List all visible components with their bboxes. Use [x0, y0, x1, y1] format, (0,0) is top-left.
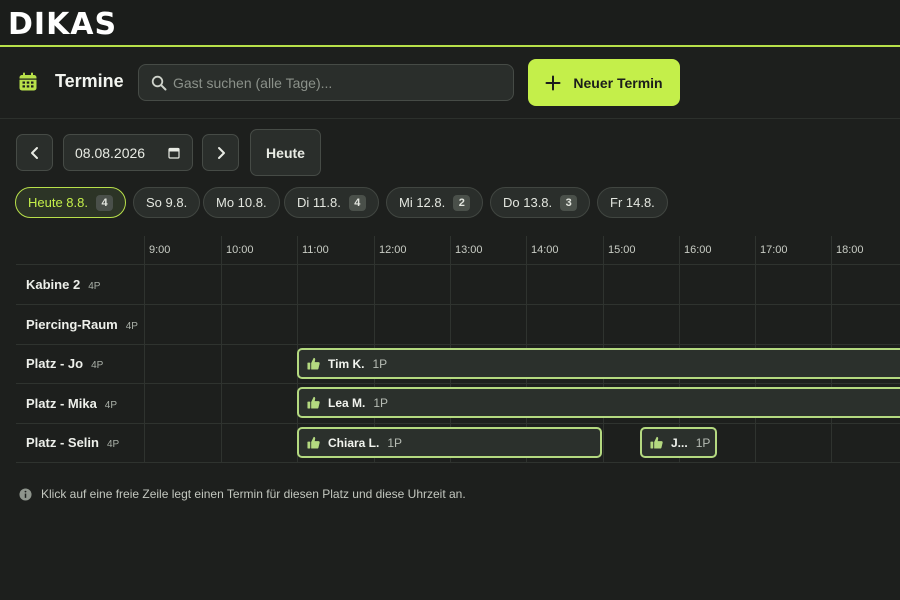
grid-line: [16, 423, 900, 424]
resource-row-piercing-raum[interactable]: Piercing-Raum 4P: [26, 317, 138, 332]
hour-label: 10:00: [226, 244, 254, 256]
appointment-guest: J...: [671, 435, 688, 450]
date-picker-calendar-icon[interactable]: [168, 147, 180, 159]
appointment-count-badge: 4: [348, 194, 366, 211]
day-tab-label: Fr 14.8.: [610, 195, 655, 210]
resource-name: Platz - Jo: [26, 356, 84, 371]
chevron-right-icon: [217, 146, 225, 159]
previous-day-button[interactable]: [16, 134, 53, 171]
appointment-persons: 1P: [387, 435, 403, 450]
grid-line: [16, 383, 900, 384]
grid-line: [221, 236, 222, 463]
grid-hint: Klick auf eine freie Zeile legt einen Te…: [19, 487, 466, 501]
day-tab-tue[interactable]: Di 11.8. 4: [284, 187, 379, 218]
calendar-icon: [19, 72, 37, 91]
guest-search-input[interactable]: [173, 65, 503, 100]
resource-row-kabine-2[interactable]: Kabine 2 4P: [26, 277, 100, 292]
day-tab-label: So 9.8.: [146, 195, 188, 210]
top-bar: DIKAS: [0, 0, 900, 47]
grid-line: [16, 462, 900, 463]
resource-row-platz-jo[interactable]: Platz - Jo 4P: [26, 356, 103, 371]
app-logo[interactable]: DIKAS: [8, 7, 117, 42]
info-icon: [19, 487, 32, 501]
search-icon: [151, 75, 167, 91]
grid-line: [16, 264, 900, 265]
guest-search[interactable]: [138, 64, 514, 101]
appointment-persons: 1P: [372, 356, 388, 371]
appointment-persons: 1P: [695, 435, 711, 450]
resource-capacity: 4P: [104, 400, 118, 411]
resource-capacity: 4P: [106, 439, 120, 450]
hour-label: 11:00: [302, 244, 329, 256]
page-title: Termine: [55, 71, 124, 91]
appointment-block[interactable]: J... 1P: [640, 427, 717, 458]
grid-line: [16, 304, 900, 305]
hour-label: 15:00: [608, 244, 636, 256]
appointment-block[interactable]: Tim K. 1P: [297, 348, 900, 379]
hour-label: 17:00: [760, 244, 788, 256]
grid-hint-text: Klick auf eine freie Zeile legt einen Te…: [41, 487, 466, 501]
timeline-grid: 9:00 10:00 11:00 12:00 13:00 14:00 15:00…: [16, 236, 900, 463]
appointment-count-badge: 4: [96, 194, 113, 211]
day-tab-fri[interactable]: Fr 14.8.: [597, 187, 668, 218]
resource-capacity: 4P: [91, 360, 104, 371]
day-tab-label: Mo 10.8.: [216, 195, 267, 210]
day-tab-label: Di 11.8.: [297, 195, 341, 210]
day-tab-sun[interactable]: So 9.8.: [133, 187, 201, 218]
day-tab-mon[interactable]: Mo 10.8.: [203, 187, 280, 218]
grid-line: [16, 344, 900, 345]
resource-name: Platz - Selin: [26, 435, 99, 450]
resource-name: Piercing-Raum: [26, 317, 118, 332]
day-tab-wed[interactable]: Mi 12.8. 2: [386, 187, 484, 218]
appointment-block[interactable]: Lea M. 1P: [297, 387, 900, 418]
hour-label: 16:00: [684, 244, 712, 256]
page-header: Termine Neuer Termin: [0, 49, 900, 119]
resource-row-platz-mika[interactable]: Platz - Mika 4P: [26, 396, 117, 411]
resource-name: Kabine 2: [26, 277, 81, 292]
new-appointment-button[interactable]: Neuer Termin: [528, 59, 680, 106]
resource-capacity: 4P: [88, 281, 101, 292]
plus-icon: [545, 75, 561, 90]
appointment-guest: Chiara L.: [328, 435, 380, 450]
appointment-guest: Lea M.: [328, 395, 366, 410]
hour-label: 14:00: [531, 244, 559, 256]
appointment-count-badge: 2: [453, 194, 471, 211]
hour-label: 13:00: [455, 244, 483, 256]
hour-label: 9:00: [149, 244, 171, 256]
date-picker[interactable]: 08.08.2026: [63, 134, 193, 171]
today-button[interactable]: Heute: [250, 129, 321, 176]
hour-label: 18:00: [836, 244, 864, 256]
chevron-left-icon: [30, 146, 38, 159]
date-picker-value: 08.08.2026: [75, 145, 146, 161]
appointment-persons: 1P: [373, 395, 389, 410]
next-day-button[interactable]: [202, 134, 239, 171]
thumbs-up-icon: [307, 357, 320, 370]
resource-row-platz-selin[interactable]: Platz - Selin 4P: [26, 435, 119, 450]
appointment-guest: Tim K.: [328, 356, 365, 371]
new-appointment-label: Neuer Termin: [573, 74, 663, 91]
resource-capacity: 4P: [125, 321, 138, 332]
thumbs-up-icon: [307, 436, 320, 449]
resource-name: Platz - Mika: [26, 396, 97, 411]
grid-line: [144, 236, 145, 463]
day-tab-label: Mi 12.8.: [399, 195, 446, 210]
day-tab-thu[interactable]: Do 13.8. 3: [490, 187, 591, 218]
day-tab-today[interactable]: Heute 8.8. 4: [15, 187, 126, 218]
appointment-count-badge: 3: [560, 194, 578, 211]
hour-label: 12:00: [379, 244, 407, 256]
thumbs-up-icon: [650, 436, 663, 449]
day-tab-label: Heute 8.8.: [28, 195, 88, 210]
day-tab-label: Do 13.8.: [503, 195, 553, 210]
appointment-block[interactable]: Chiara L. 1P: [297, 427, 602, 458]
thumbs-up-icon: [307, 396, 320, 409]
